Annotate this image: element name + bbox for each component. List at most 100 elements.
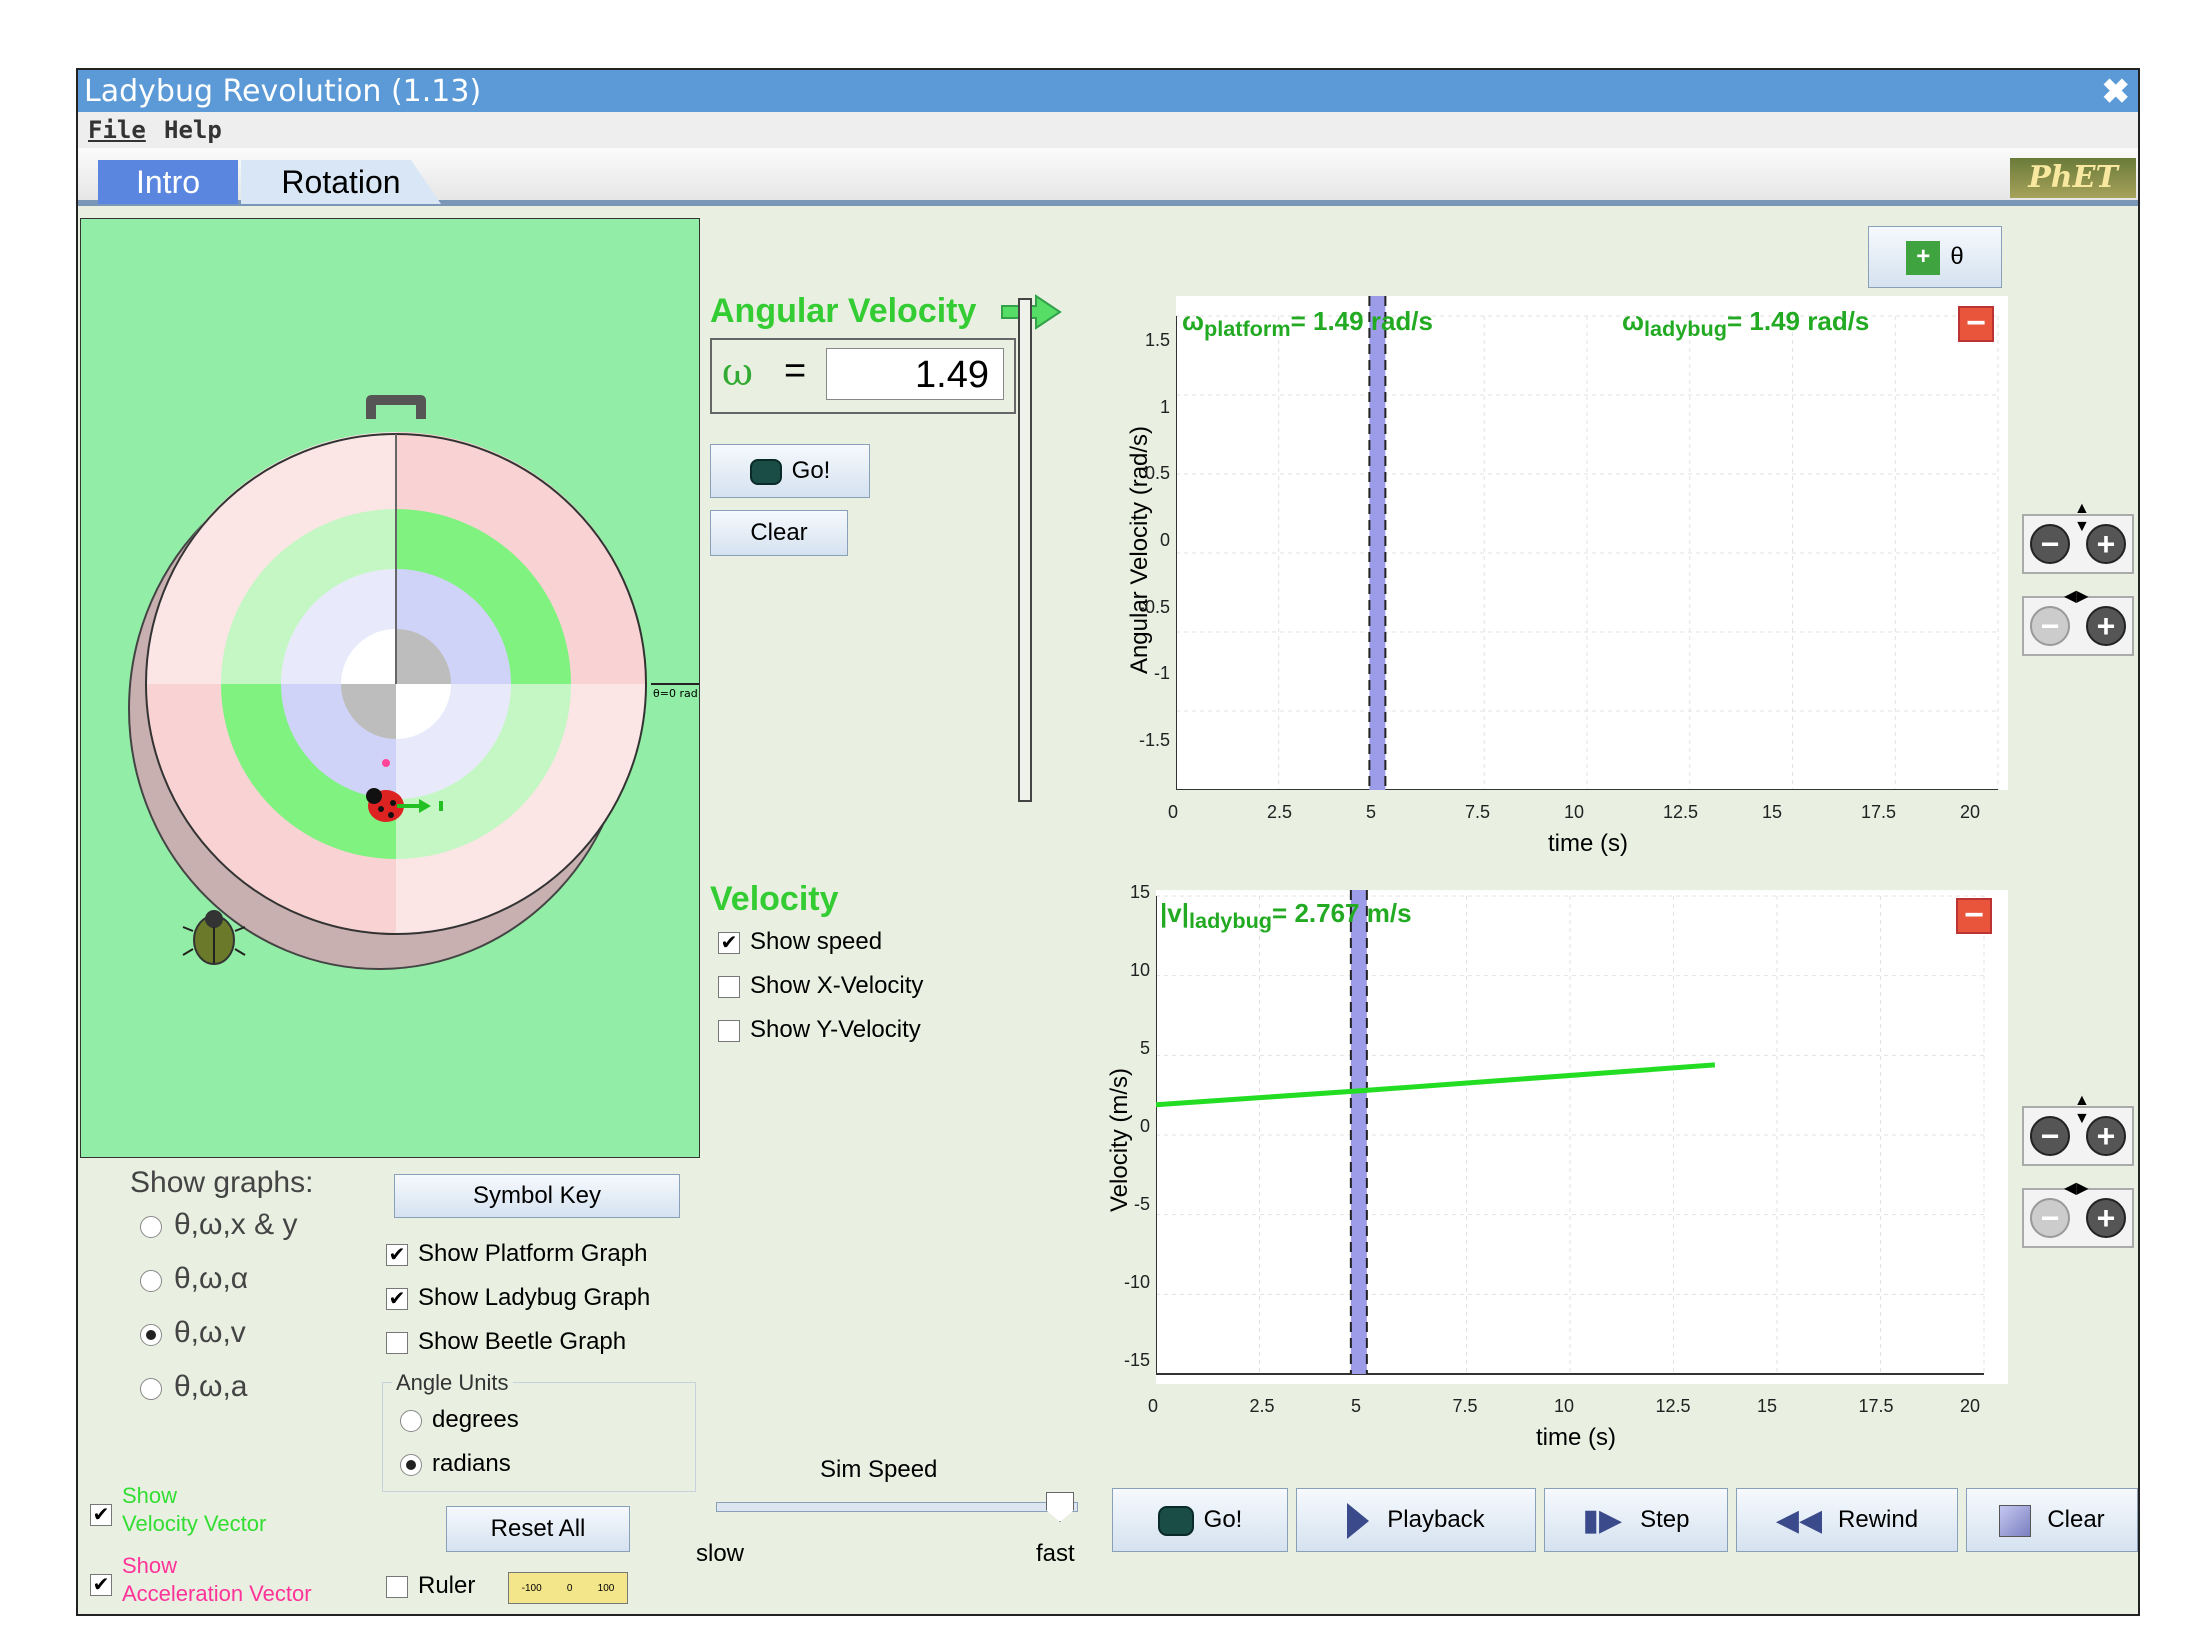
ladybug-graph-checkbox[interactable]: ✔ [386,1288,408,1310]
degrees-label: degrees [432,1406,519,1433]
ruler-tick: 100 [597,1582,615,1594]
reset-all-button[interactable]: Reset All [446,1506,630,1552]
show-y-velocity-checkbox[interactable] [718,1020,740,1042]
close-icon[interactable]: ✖ [2102,72,2131,112]
x-tick-label: 15 [1762,802,1783,822]
y-tick-label: -15 [1123,1350,1150,1370]
app-window: Ladybug Revolution (1.13) ✖ File Help In… [76,68,2140,1616]
phet-logo: PhET [2010,158,2136,198]
ruler-label: Ruler [418,1572,476,1599]
tab-bar: Intro Rotation PhET [78,148,2138,206]
platform-handle [366,395,426,419]
zoom-in-icon[interactable]: + [2086,1116,2126,1156]
beetle-graph-checkbox[interactable] [386,1332,408,1354]
show-x-velocity-label: Show X-Velocity [750,972,924,999]
clear-icon [1999,1504,2032,1537]
graph1-horizontal-zoom: − + ◀▶ [2022,588,2134,656]
acceleration-vector [382,759,390,767]
symbol-key-button[interactable]: Symbol Key [394,1174,680,1218]
angle-units-group [382,1382,696,1492]
show-y-velocity-label: Show Y-Velocity [750,1016,921,1043]
platform-readout-sym: ω [1182,306,1204,336]
angular-velocity-graph[interactable]: ωplatform= 1.49 rad/s ωladybug= 1.49 rad… [1175,296,2008,791]
vertical-zoom-icon: ▲ ▼ [2074,500,2090,535]
menu-file[interactable]: File [88,116,146,144]
step-button[interactable]: ▮▶ Step [1544,1488,1728,1552]
beetle-graph-label: Show Beetle Graph [418,1328,627,1355]
angular-velocity-title: Angular Velocity [710,292,977,330]
zoom-in-icon[interactable]: + [2086,524,2126,564]
playback-button[interactable]: Playback [1296,1488,1536,1552]
angular-velocity-plot [1175,296,1999,791]
velocity-title: Velocity [710,880,839,918]
graph-option-radio[interactable] [140,1378,162,1400]
x-tick-label: 0 [1168,802,1179,822]
angular-clear-button[interactable]: Clear [710,510,848,556]
tab-intro[interactable]: Intro [98,160,238,204]
y-tick-label: 0.5 [1144,463,1170,484]
show-x-velocity-checkbox[interactable] [718,976,740,998]
x-tick-label: 20 [1960,1396,1981,1416]
velocity-graph[interactable]: |v|ladybug= 2.767 m/s − [1155,890,2008,1384]
sim-speed-slow: slow [696,1540,745,1567]
velocity-vector-line1: Show [122,1483,178,1508]
add-theta-graph-button[interactable]: + θ [1868,226,2002,288]
ladybug-graph-label: Show Ladybug Graph [418,1284,651,1311]
velocity-vector-checkbox[interactable]: ✔ [90,1504,112,1526]
graph-option-radio[interactable] [140,1216,162,1238]
menu-help[interactable]: Help [164,116,222,144]
angular-slider-track[interactable] [1018,298,1032,802]
show-speed-checkbox[interactable]: ✔ [718,932,740,954]
angular-go-button[interactable]: Go! [710,444,870,498]
traffic-light-icon [749,458,782,485]
radians-radio[interactable] [400,1454,422,1476]
zoom-in-icon[interactable]: + [2086,606,2126,646]
velocity-vector-label: Show Velocity Vector [122,1482,266,1538]
omega-input[interactable]: 1.49 [826,348,1004,400]
tab-rotation[interactable]: Rotation [241,160,441,204]
platform-readout: ωplatform= 1.49 rad/s [1182,306,1433,342]
zoom-in-icon[interactable]: + [2086,1198,2126,1238]
omega-symbol: ω [722,350,753,394]
step-icon: ▮▶ [1582,1503,1623,1537]
zoom-out-icon[interactable]: − [2030,1116,2070,1156]
clear-button[interactable]: Clear [1966,1488,2138,1552]
ruler-icon: -100 0 100 [508,1572,628,1604]
y-tick-label: -1 [1153,663,1170,684]
time-cursor [1369,296,1386,790]
ladybug-readout-val: = 1.49 rad/s [1727,306,1870,336]
y-tick-label: 0 [1139,1116,1150,1136]
minimize-graph2-button[interactable]: − [1956,898,1992,934]
y-tick-label: 15 [1129,882,1150,902]
graph-option-radio[interactable] [140,1324,162,1346]
degrees-radio[interactable] [400,1410,422,1432]
zoom-out-icon[interactable]: − [2030,606,2070,646]
x-tick-label: 20 [1960,802,1981,822]
step-label: Step [1640,1506,1690,1533]
zoom-out-icon[interactable]: − [2030,524,2070,564]
sim-speed-title: Sim Speed [820,1456,938,1483]
graph-option-radio[interactable] [140,1270,162,1292]
y-tick-label: 0 [1159,530,1170,550]
acceleration-vector-checkbox[interactable]: ✔ [90,1574,112,1596]
y-tick-label: 1 [1159,396,1170,417]
x-tick-label: 5 [1351,1396,1362,1416]
rewind-button[interactable]: ◀◀ Rewind [1736,1488,1958,1552]
sim-speed-thumb[interactable] [1046,1492,1074,1522]
theta-label: θ [1950,243,1964,270]
acceleration-vector-label: Show Acceleration Vector [122,1552,312,1608]
sim-speed-track[interactable] [716,1502,1078,1512]
ladybug-readout-sym: ω [1622,306,1644,336]
plus-icon: + [1906,240,1941,275]
platform-readout-sub: platform [1203,316,1291,342]
vertical-zoom-icon: ▲ ▼ [2074,1092,2090,1127]
ruler-checkbox[interactable] [386,1576,408,1598]
platform-graph-checkbox[interactable]: ✔ [386,1244,408,1266]
speed-readout-sub: ladybug [1189,908,1273,934]
minimize-graph1-button[interactable]: − [1958,306,1994,342]
zoom-out-icon[interactable]: − [2030,1198,2070,1238]
go-button[interactable]: Go! [1112,1488,1288,1552]
platform-graph-label: Show Platform Graph [418,1240,648,1267]
x-tick-label: 17.5 [1861,802,1897,822]
platform-canvas[interactable]: θ=0 rad [81,219,700,1158]
